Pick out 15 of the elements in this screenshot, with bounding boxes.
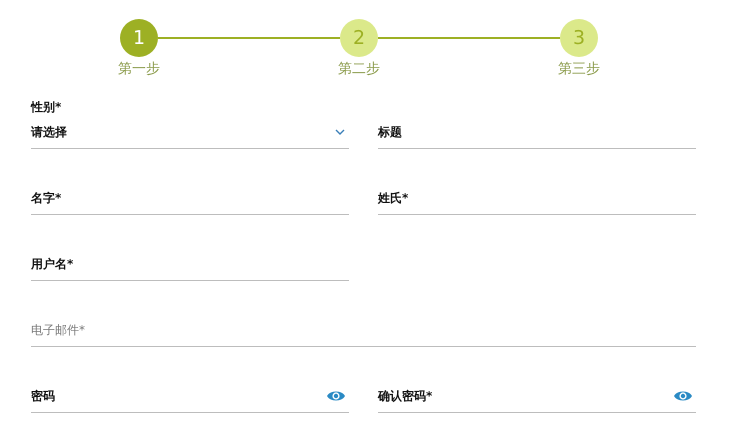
step-label: 第三步 <box>558 60 600 78</box>
text-field[interactable]: 标题 <box>378 122 696 149</box>
password-field[interactable]: 密码 <box>31 386 349 413</box>
step-label: 第二步 <box>338 60 380 78</box>
chevron-down-icon <box>335 129 345 135</box>
email-field[interactable]: 电子邮件* <box>31 320 696 347</box>
field-label: 性别* <box>31 99 62 116</box>
eye-icon[interactable] <box>327 390 345 402</box>
step-label: 第一步 <box>118 60 160 78</box>
text-field[interactable]: 用户名* <box>31 254 349 281</box>
text-field[interactable]: 姓氏* <box>378 188 696 215</box>
select-field[interactable]: 请选择 <box>31 122 349 149</box>
eye-icon[interactable] <box>674 390 692 402</box>
password-field[interactable]: 确认密码* <box>378 386 696 413</box>
text-field[interactable]: 名字* <box>31 188 349 215</box>
